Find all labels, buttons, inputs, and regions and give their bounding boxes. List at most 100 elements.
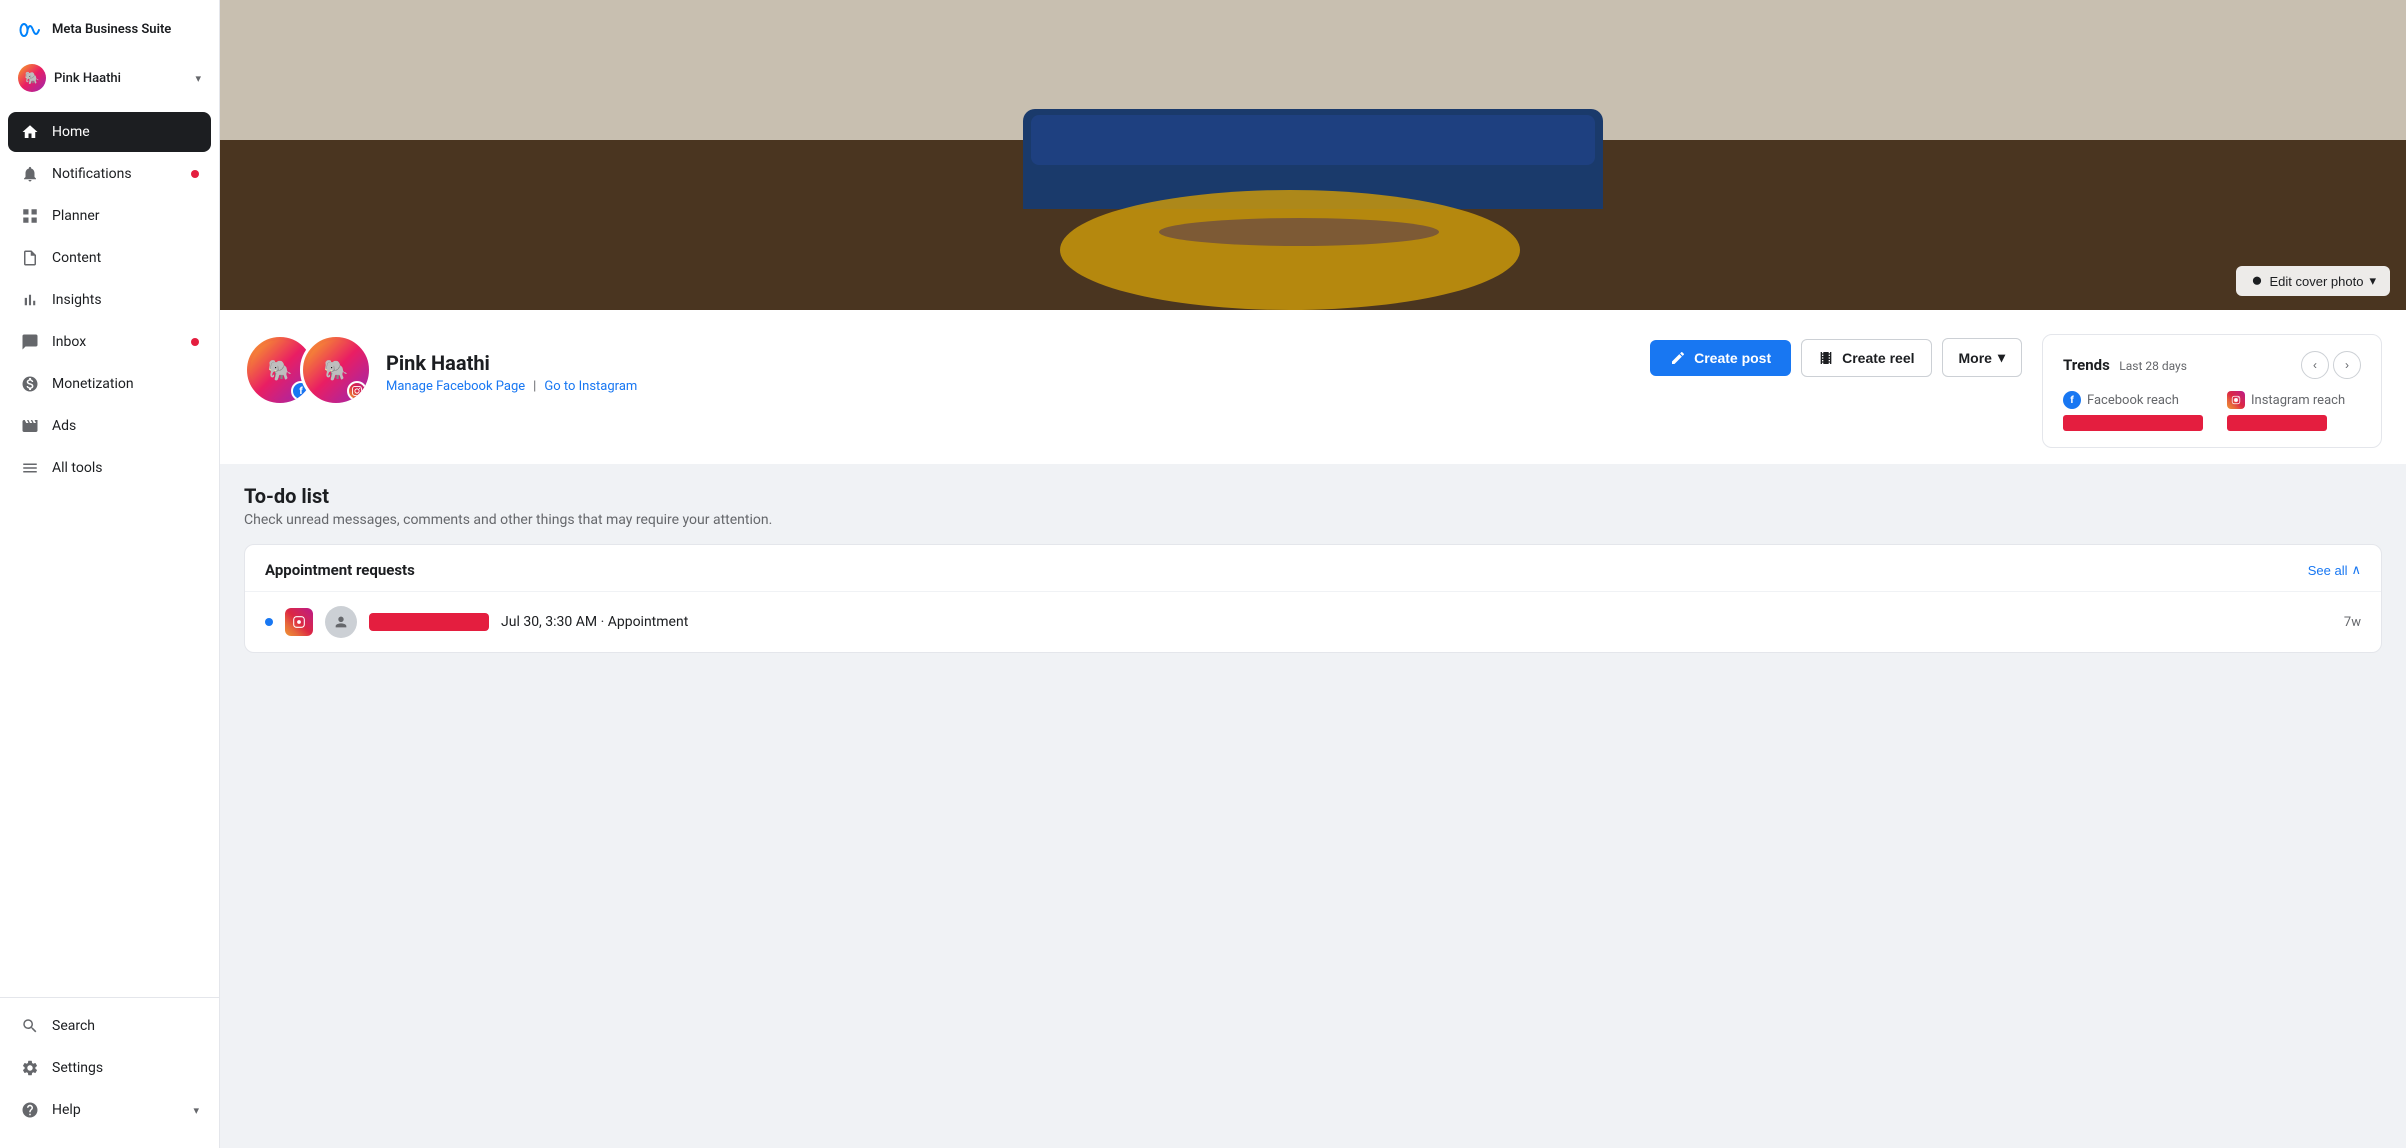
instagram-icon — [2227, 391, 2245, 409]
sidebar-label-planner: Planner — [52, 208, 99, 224]
sidebar-label-search: Search — [52, 1018, 95, 1034]
sidebar-label-monetization: Monetization — [52, 376, 134, 392]
logo: Meta Business Suite — [0, 0, 219, 56]
appointment-row[interactable]: Jul 30, 3:30 AM · Appointment 7w — [245, 592, 2381, 652]
sidebar-label-help: Help — [52, 1102, 81, 1118]
trend-instagram-header: Instagram reach — [2227, 391, 2345, 409]
sidebar-bottom: Search Settings Help ▾ — [0, 997, 219, 1148]
appointment-instagram-icon — [285, 608, 313, 636]
sidebar-label-home: Home — [52, 124, 90, 140]
appointment-user-avatar — [325, 606, 357, 638]
account-avatar: 🐘 — [18, 64, 46, 92]
create-reel-label: Create reel — [1842, 350, 1914, 366]
notifications-badge — [191, 170, 199, 178]
sidebar-item-all-tools[interactable]: All tools — [8, 448, 211, 488]
sidebar-item-insights[interactable]: Insights — [8, 280, 211, 320]
sidebar-item-notifications[interactable]: Notifications — [8, 154, 211, 194]
sidebar-label-settings: Settings — [52, 1060, 103, 1076]
profile-avatars: 🐘 f 🐘 — [244, 334, 372, 406]
facebook-reach-bar — [2063, 415, 2203, 431]
logo-text: Meta Business Suite — [52, 22, 171, 39]
appointment-details: Jul 30, 3:30 AM · Appointment — [501, 614, 2332, 630]
inbox-icon — [20, 332, 40, 352]
meta-logo-icon — [16, 16, 44, 44]
scene-table — [1159, 210, 1439, 290]
more-label: More — [1959, 350, 1992, 366]
sidebar-item-settings[interactable]: Settings — [8, 1048, 211, 1088]
go-to-instagram-link[interactable]: Go to Instagram — [544, 379, 637, 394]
sidebar-item-search[interactable]: Search — [8, 1006, 211, 1046]
sidebar-item-monetization[interactable]: Monetization — [8, 364, 211, 404]
trends-card: Trends Last 28 days ‹ › f Facebook re — [2042, 334, 2382, 448]
appointment-section-title: Appointment requests — [265, 561, 415, 579]
main-content: Edit cover photo ▾ 🐘 f 🐘 Pink Haathi — [220, 0, 2406, 1148]
account-selector[interactable]: 🐘 Pink Haathi ▾ — [8, 56, 211, 100]
content-icon — [20, 248, 40, 268]
settings-icon — [20, 1058, 40, 1078]
search-icon — [20, 1016, 40, 1036]
appointment-name-redacted — [369, 613, 489, 631]
trends-title-wrapper: Trends Last 28 days — [2063, 356, 2187, 374]
profile-right: Create post Create reel More ▾ — [1650, 322, 2382, 448]
trends-nav: ‹ › — [2301, 351, 2361, 379]
trends-prev-button[interactable]: ‹ — [2301, 351, 2329, 379]
sidebar-label-inbox: Inbox — [52, 334, 86, 350]
content-area: To-do list Check unread messages, commen… — [220, 464, 2406, 673]
profile-actions: Create post Create reel More ▾ — [1650, 322, 2022, 377]
trends-header: Trends Last 28 days ‹ › — [2063, 351, 2361, 379]
profile-links: Manage Facebook Page | Go to Instagram — [386, 379, 637, 394]
inbox-badge — [191, 338, 199, 346]
trends-next-button[interactable]: › — [2333, 351, 2361, 379]
sidebar-item-help[interactable]: Help ▾ — [8, 1090, 211, 1130]
cover-scene — [220, 0, 2406, 310]
planner-icon — [20, 206, 40, 226]
help-icon — [20, 1100, 40, 1120]
facebook-icon: f — [2063, 391, 2081, 409]
link-separator: | — [533, 379, 536, 394]
create-post-button[interactable]: Create post — [1650, 340, 1791, 376]
see-all-button[interactable]: See all ∧ — [2308, 562, 2361, 578]
edit-cover-button[interactable]: Edit cover photo ▾ — [2236, 266, 2390, 296]
home-icon — [20, 122, 40, 142]
appointment-unread-dot — [265, 618, 273, 626]
see-all-chevron-icon: ∧ — [2351, 562, 2361, 578]
sidebar-label-notifications: Notifications — [52, 166, 132, 182]
edit-cover-label: Edit cover photo — [2270, 274, 2364, 289]
profile-info: Pink Haathi Manage Facebook Page | Go to… — [386, 347, 637, 394]
instagram-reach-bar — [2227, 415, 2327, 431]
create-reel-button[interactable]: Create reel — [1801, 339, 1931, 377]
sidebar-label-ads: Ads — [52, 418, 76, 434]
sidebar-label-all-tools: All tools — [52, 460, 102, 476]
sidebar-item-inbox[interactable]: Inbox — [8, 322, 211, 362]
more-chevron-icon: ▾ — [1998, 349, 2005, 366]
sidebar-item-planner[interactable]: Planner — [8, 196, 211, 236]
profile-left: 🐘 f 🐘 Pink Haathi Manage Facebook Page |… — [244, 322, 637, 406]
todo-subtitle: Check unread messages, comments and othe… — [244, 512, 2382, 528]
create-post-label: Create post — [1694, 350, 1771, 366]
sidebar-item-home[interactable]: Home — [8, 112, 211, 152]
instagram-badge-icon — [347, 381, 367, 401]
trends-title: Trends — [2063, 356, 2110, 374]
sidebar-item-ads[interactable]: Ads — [8, 406, 211, 446]
appointment-card: Appointment requests See all ∧ Jul 30, 3… — [244, 544, 2382, 653]
scene-table-top — [1159, 218, 1439, 246]
avatar-instagram: 🐘 — [300, 334, 372, 406]
profile-name: Pink Haathi — [386, 351, 637, 375]
more-button[interactable]: More ▾ — [1942, 338, 2022, 377]
sidebar-item-content[interactable]: Content — [8, 238, 211, 278]
cover-photo: Edit cover photo ▾ — [220, 0, 2406, 310]
monetization-icon — [20, 374, 40, 394]
trend-facebook-reach: f Facebook reach — [2063, 391, 2203, 431]
appointment-header: Appointment requests See all ∧ — [245, 545, 2381, 592]
trend-instagram-reach: Instagram reach — [2227, 391, 2345, 431]
appointment-time: Jul 30, 3:30 AM · Appointment — [501, 614, 688, 630]
profile-row: 🐘 f 🐘 Pink Haathi Manage Facebook Page |… — [220, 310, 2406, 464]
trends-metrics: f Facebook reach Instagram reach — [2063, 391, 2361, 431]
account-chevron-icon: ▾ — [195, 72, 201, 85]
trend-facebook-header: f Facebook reach — [2063, 391, 2203, 409]
sidebar-label-insights: Insights — [52, 292, 102, 308]
bell-icon — [20, 164, 40, 184]
manage-facebook-link[interactable]: Manage Facebook Page — [386, 379, 525, 394]
trends-period: Last 28 days — [2119, 359, 2187, 373]
ads-icon — [20, 416, 40, 436]
